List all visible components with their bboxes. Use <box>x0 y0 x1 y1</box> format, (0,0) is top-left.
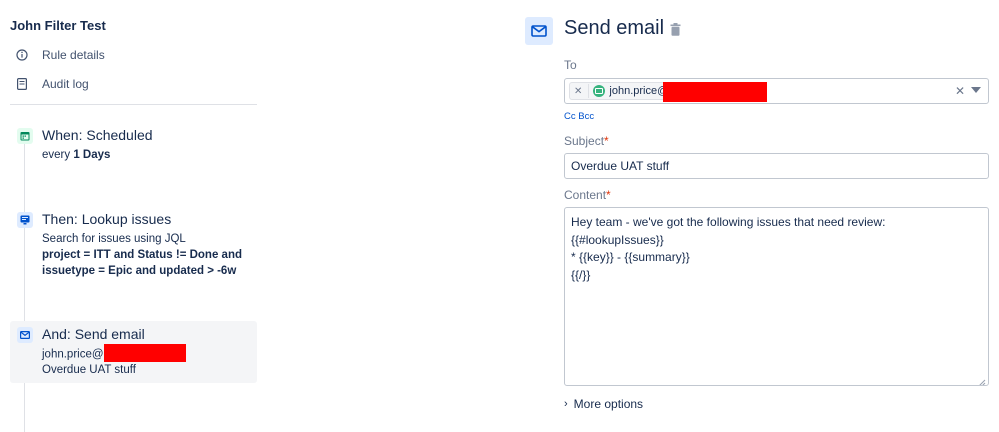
panel-title: Send email <box>564 17 665 39</box>
recipient-chip-label: john.price@ <box>609 85 669 97</box>
nav-audit-log[interactable]: Audit log <box>14 75 89 93</box>
step-when-schedule-prefix: every <box>42 149 74 161</box>
chevron-right-icon: › <box>564 398 568 410</box>
redaction-block <box>103 344 186 362</box>
to-label: To <box>564 58 577 72</box>
required-mark: * <box>606 188 611 202</box>
panel-mail-icon <box>525 17 553 45</box>
lookup-icon <box>17 212 33 228</box>
subject-input[interactable]: Overdue UAT stuff <box>564 153 989 179</box>
step-then-jql-line2: issuetype = Epic and updated > -6w <box>42 265 237 277</box>
step-then-description: Search for issues using JQL <box>42 233 186 245</box>
cc-bcc-link[interactable]: Cc Bcc <box>564 111 594 122</box>
content-label: Content* <box>564 188 611 202</box>
nav-audit-log-label: Audit log <box>42 77 89 91</box>
document-icon <box>14 76 30 92</box>
chip-separator <box>588 84 590 98</box>
clear-icon[interactable]: ✕ <box>955 84 965 98</box>
step-when-schedule-value: 1 Days <box>73 149 111 161</box>
recipient-chip: ✕ john.price@ <box>569 82 674 100</box>
more-options-toggle[interactable]: › More options <box>564 397 643 411</box>
avatar <box>593 85 606 97</box>
more-options-label: More options <box>573 397 644 411</box>
trash-icon[interactable] <box>670 23 681 36</box>
redaction-block <box>663 82 767 102</box>
step-then-title: Then: Lookup issues <box>42 211 172 227</box>
step-then-jql-line1: project = ITT and Status != Done and <box>42 249 242 261</box>
step-and-title: And: Send email <box>42 326 145 342</box>
nav-rule-details[interactable]: Rule details <box>14 46 105 64</box>
sidebar-divider <box>10 104 257 105</box>
chevron-down-icon[interactable] <box>971 87 981 93</box>
rule-title: John Filter Test <box>10 18 106 33</box>
timeline-line <box>24 140 25 432</box>
content-text: Hey team - we've got the following issue… <box>571 215 886 282</box>
step-when-schedule: every 1 Days <box>42 149 110 161</box>
step-when-title: When: Scheduled <box>42 127 153 143</box>
step-and-send-email[interactable]: And: Send email john.price@ Overdue UAT … <box>10 321 257 383</box>
required-mark: * <box>604 134 609 148</box>
resize-handle-icon[interactable] <box>978 375 986 385</box>
step-then-lookup-issues[interactable]: Then: Lookup issues Search for issues us… <box>10 206 257 286</box>
subject-label: Subject* <box>564 134 609 148</box>
info-icon <box>14 47 30 63</box>
subject-label-text: Subject <box>564 134 605 148</box>
content-label-text: Content <box>564 188 607 202</box>
step-when-scheduled[interactable]: When: Scheduled every 1 Days <box>10 122 257 168</box>
step-and-subject: Overdue UAT stuff <box>42 364 136 376</box>
mail-icon <box>17 327 33 343</box>
content-textarea[interactable]: Hey team - we've got the following issue… <box>564 207 989 386</box>
to-recipient-select[interactable]: ✕ john.price@ ✕ <box>564 78 989 104</box>
remove-recipient-button[interactable]: ✕ <box>574 86 582 97</box>
calendar-icon <box>17 128 33 144</box>
step-and-recipient: john.price@ <box>42 344 186 362</box>
nav-rule-details-label: Rule details <box>42 48 105 62</box>
step-and-recipient-text: john.price@ <box>42 348 104 361</box>
